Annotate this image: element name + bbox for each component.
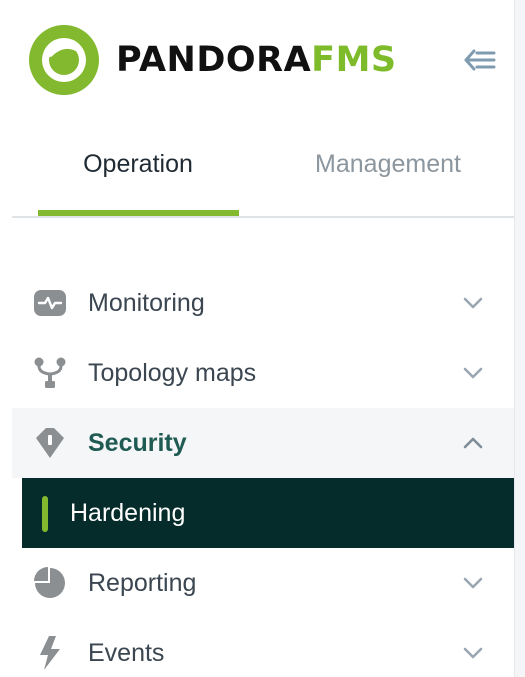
menu-label-reporting: Reporting — [88, 568, 197, 597]
pandora-fms-logo-icon — [29, 25, 99, 95]
brand-header[interactable]: PANDORAFMS — [28, 24, 397, 96]
menu-label-security: Security — [88, 428, 187, 457]
section-tabs: Operation Management — [12, 130, 514, 218]
tab-operation[interactable]: Operation — [38, 150, 238, 198]
active-tab-indicator — [38, 210, 239, 216]
sidebar: PANDORAFMS Operation Management Monitori… — [0, 0, 514, 677]
menu-label-events: Events — [88, 638, 165, 667]
content-area-edge — [514, 0, 525, 677]
submenu-item-hardening[interactable]: Hardening — [22, 478, 514, 548]
tab-management[interactable]: Management — [284, 150, 492, 198]
collapse-sidebar-button[interactable] — [460, 44, 500, 76]
menu-item-topology-maps[interactable]: Topology maps — [12, 338, 514, 408]
chevron-down-icon — [462, 362, 484, 384]
menu-item-security[interactable]: Security — [12, 408, 514, 478]
topology-icon — [32, 355, 68, 391]
menu-item-monitoring[interactable]: Monitoring — [12, 268, 514, 338]
chevron-down-icon — [462, 292, 484, 314]
menu-item-reporting[interactable]: Reporting — [12, 548, 514, 618]
chevron-down-icon — [462, 642, 484, 664]
menu-label-monitoring: Monitoring — [88, 288, 205, 317]
page: PANDORAFMS Operation Management Monitori… — [0, 0, 525, 677]
brand-name-accent: FMS — [311, 39, 397, 80]
shield-icon — [32, 425, 68, 461]
menu-label-topology-maps: Topology maps — [88, 358, 257, 387]
active-item-indicator — [42, 496, 48, 532]
lightning-icon — [32, 635, 68, 671]
collapse-arrow-icon — [464, 49, 496, 71]
submenu-label-hardening: Hardening — [70, 498, 186, 527]
monitor-heartbeat-icon — [32, 285, 68, 321]
pie-chart-icon — [32, 565, 68, 601]
brand-name: PANDORAFMS — [116, 39, 397, 80]
chevron-up-icon — [462, 432, 484, 454]
menu-item-events[interactable]: Events — [12, 618, 514, 677]
chevron-down-icon — [462, 572, 484, 594]
brand-name-main: PANDORA — [116, 39, 312, 80]
main-menu: Monitoring Topology maps Security Harden… — [12, 268, 514, 677]
